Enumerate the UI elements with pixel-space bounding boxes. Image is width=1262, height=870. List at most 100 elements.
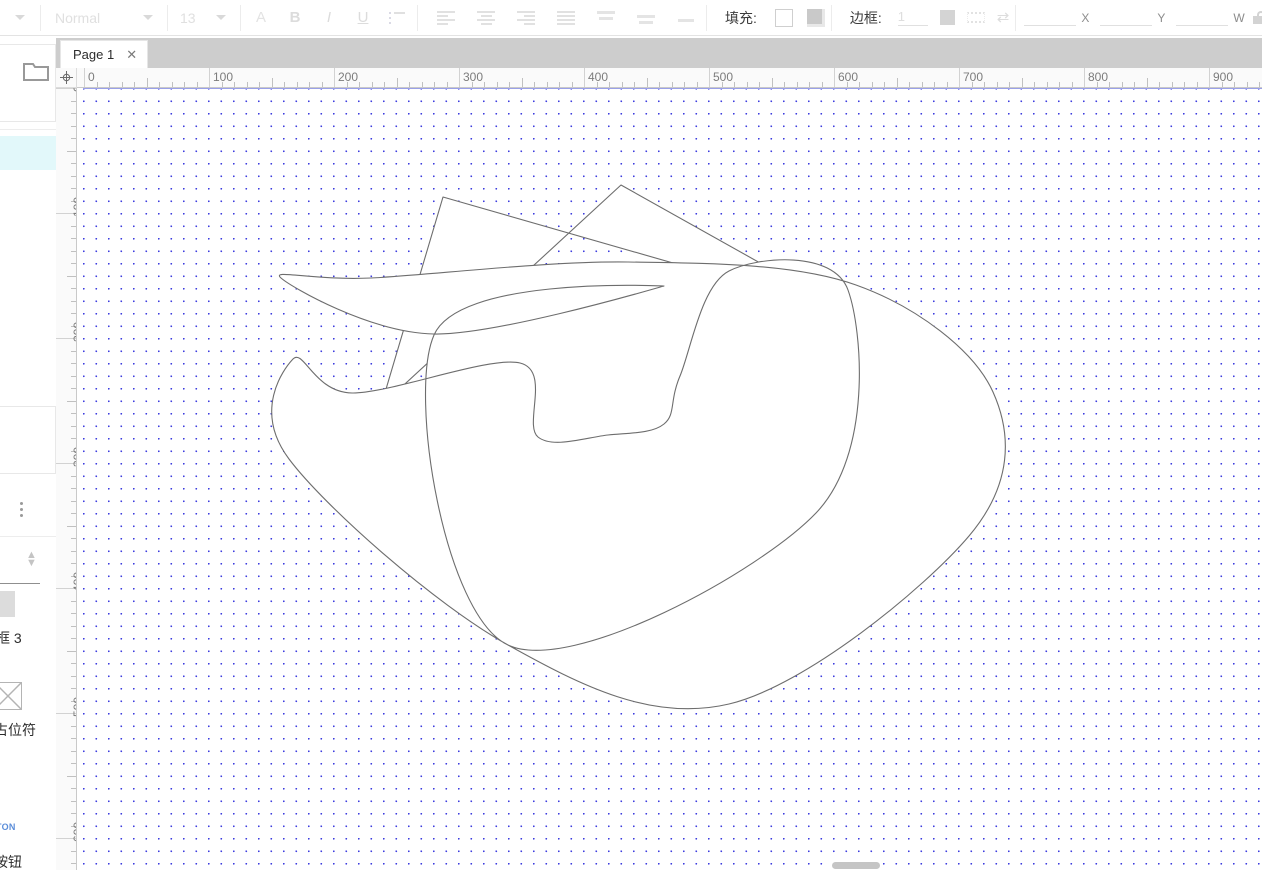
ruler-minor-tick [134,82,135,87]
ruler-minor-tick [734,82,735,87]
underline-icon: U [357,9,369,26]
page-tab[interactable]: Page 1 ✕ [60,40,148,68]
valign-middle-icon [636,10,656,26]
placeholder-item-label: 占位符 [0,722,36,738]
scribble-curve-2[interactable] [271,259,1006,710]
y-input[interactable] [1100,9,1153,26]
paragraph-style-dropdown[interactable]: Normal [47,5,161,31]
valign-top-button[interactable] [592,5,620,31]
ruler-minor-tick [771,78,773,87]
horizontal-scrollbar[interactable] [77,861,1262,870]
ruler-minor-tick [67,525,76,527]
close-icon[interactable]: ✕ [126,48,137,61]
font-size-dropdown[interactable]: 13 [174,5,234,31]
ruler-major-tick [834,68,835,87]
vertical-ruler[interactable]: 0100200300400500600 [56,88,77,870]
font-color-icon: A [255,9,266,26]
ruler-minor-tick [109,82,110,87]
ruler-minor-tick [1259,82,1260,87]
ruler-minor-tick [171,82,173,87]
ruler-minor-tick [646,78,648,87]
canvas-shapes[interactable] [77,88,1262,870]
font-color-button[interactable]: A [247,5,275,31]
y-field[interactable]: Y [1100,9,1170,26]
ruler-minor-tick [71,138,76,139]
panel-section-tools[interactable] [0,406,56,474]
unlocked-padlock-icon[interactable] [1253,11,1262,24]
fill-label: 填充: [725,9,757,26]
toolbar-group-fill: 填充: [707,0,831,36]
ruler-minor-tick [67,150,76,152]
align-right-button[interactable] [512,5,540,31]
ruler-minor-tick [221,82,223,87]
ruler-minor-tick [434,82,435,87]
dashed-border-icon-button[interactable] [966,12,985,23]
ruler-minor-tick [67,650,76,652]
h-scroll-thumb[interactable] [832,862,880,869]
panel-section-folders[interactable] [0,44,56,122]
drawing-canvas[interactable]: Yuucn.com [77,88,1262,870]
paragraph-style-caret-button[interactable] [135,5,161,31]
ruler-minor-tick [71,413,76,414]
page-tab-label: Page 1 [73,47,115,62]
ruler-minor-tick [71,438,76,439]
bullet-list-button[interactable] [383,5,411,31]
chevron-down-icon [143,15,153,20]
align-left-button[interactable] [432,5,460,31]
ruler-minor-tick [67,775,76,777]
ruler-major-tick [1084,68,1085,87]
up-down-spinner-icon[interactable]: ▲ ▼ [26,550,37,569]
ruler-minor-tick [846,82,848,87]
panel-selected-row[interactable] [0,136,56,170]
ruler-minor-tick [71,113,76,114]
ruler-minor-tick [721,82,723,87]
style-overflow-dropdown-button[interactable] [6,5,34,31]
border-color-swatch-button[interactable] [939,10,955,25]
y-label: Y [1157,10,1166,25]
ruler-minor-tick [596,82,598,87]
valign-middle-button[interactable] [632,5,660,31]
ruler-minor-tick [71,788,76,789]
valign-bottom-button[interactable] [672,5,700,31]
ruler-minor-tick [71,500,76,502]
ruler-minor-tick [71,538,76,539]
ruler-origin-button[interactable] [56,68,77,88]
fill-color-swatch-button[interactable] [806,8,825,27]
italic-button[interactable]: I [315,5,343,31]
ruler-minor-tick [659,82,660,87]
ruler-major-tick [459,68,460,87]
x-input[interactable] [1024,9,1077,26]
ruler-minor-tick [71,238,76,239]
ruler-label: 500 [713,70,734,84]
line-arrow-icon-button[interactable]: ⇄ [997,10,1010,25]
w-field[interactable]: W [1176,9,1246,26]
bold-button[interactable]: B [281,5,309,31]
w-input[interactable] [1176,9,1229,26]
ruler-minor-tick [71,388,76,389]
border-width-input[interactable]: 1 [897,9,928,26]
ruler-minor-tick [559,82,560,87]
ruler-minor-tick [296,82,298,87]
ruler-minor-tick [1096,82,1098,87]
ruler-label: 400 [588,70,609,84]
ruler-major-tick [209,68,210,87]
underline-button[interactable]: U [349,5,377,31]
ruler-minor-tick [271,78,273,87]
x-field[interactable]: X [1024,9,1094,26]
ruler-minor-tick [1184,82,1185,87]
ruler-minor-tick [71,288,76,289]
align-justify-button[interactable] [552,5,580,31]
image-placeholder-icon[interactable] [0,682,22,710]
shape-thumbnail-box[interactable] [0,591,15,617]
no-fill-swatch-button[interactable] [774,8,793,27]
ruler-minor-tick [1046,82,1048,87]
bullet-list-icon [389,11,405,24]
vertical-dots-icon[interactable] [20,502,24,520]
ruler-minor-tick [71,688,76,689]
ruler-minor-tick [671,82,673,87]
align-center-button[interactable] [472,5,500,31]
font-size-caret-button[interactable] [208,5,234,31]
ruler-major-tick [1209,68,1210,87]
ruler-minor-tick [184,82,185,87]
horizontal-ruler[interactable]: 0 100 200 300 400 500 600 700 800 900 [77,68,1262,88]
